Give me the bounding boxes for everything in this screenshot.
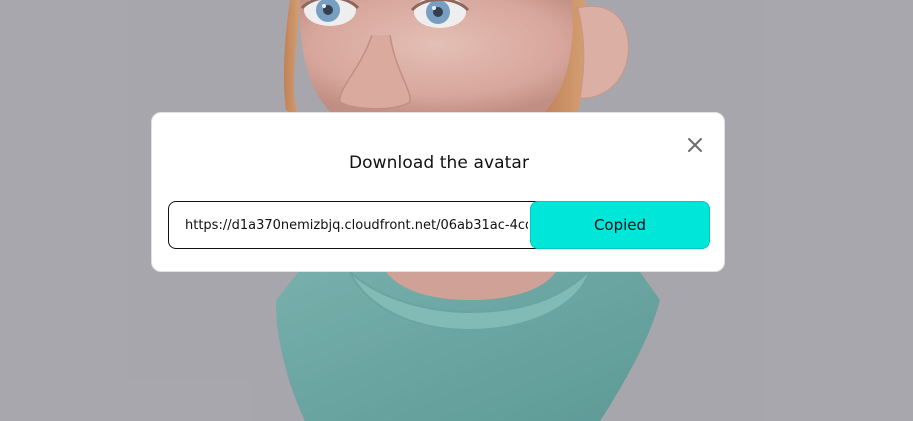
close-button[interactable]	[685, 135, 705, 155]
avatar-url-input[interactable]	[168, 201, 540, 249]
download-avatar-dialog: Download the avatar Copied	[151, 112, 725, 272]
copy-url-button[interactable]: Copied	[530, 201, 710, 249]
dialog-title: Download the avatar	[348, 153, 530, 173]
app-stage: Download the avatar Copied	[0, 0, 913, 421]
url-copy-group: Copied	[168, 201, 710, 249]
close-icon[interactable]	[685, 135, 705, 155]
